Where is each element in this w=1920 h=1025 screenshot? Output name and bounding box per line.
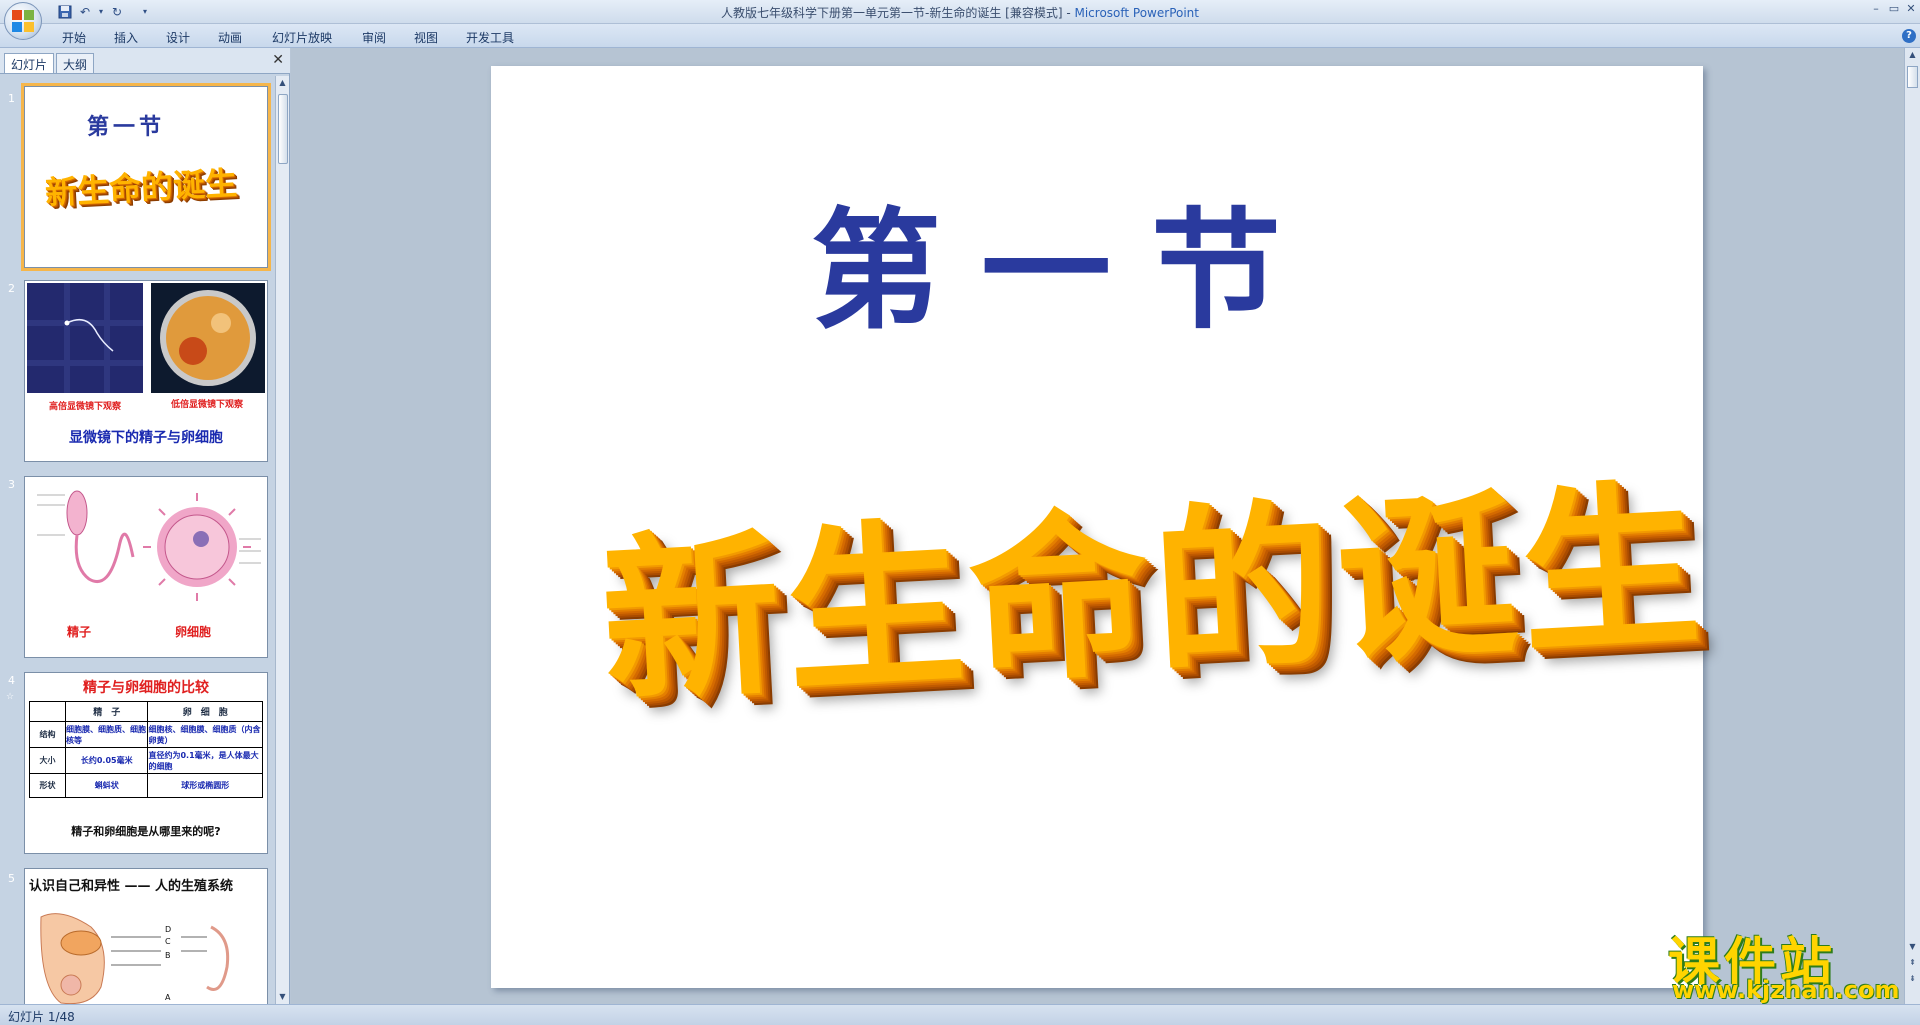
office-button[interactable]: [4, 2, 42, 40]
thumb-number: 4: [8, 674, 15, 687]
tab-developer[interactable]: 开发工具: [466, 29, 514, 46]
scroll-thumb[interactable]: [278, 94, 288, 164]
diagram-label: C: [165, 937, 171, 946]
table-cell: 长约0.05毫米: [64, 747, 149, 774]
scroll-thumb[interactable]: [1907, 66, 1918, 88]
restore-icon[interactable]: ▭: [1886, 2, 1902, 16]
status-bar: 幻灯片 1/48: [0, 1004, 1920, 1025]
thumb-title: 认识自己和异性 —— 人的生殖系统: [29, 879, 234, 894]
scroll-up-icon[interactable]: ▲: [276, 76, 289, 90]
diagram-label: A: [165, 993, 171, 1002]
thumbnail-slide-1[interactable]: 第一节 新生命的诞生: [21, 83, 271, 271]
thumb-caption-right: 卵细胞: [175, 625, 212, 639]
table-cell: 细胞核、细胞膜、细胞质（内含卵黄）: [147, 721, 263, 748]
thumbnail-list: 1 第一节 新生命的诞生 2 高倍显微镜下观察 低倍显微镜下观察 显微镜下的精子…: [0, 76, 276, 1004]
thumb-title: 第一节: [87, 114, 166, 140]
tab-review[interactable]: 审阅: [362, 29, 386, 46]
tab-slides[interactable]: 幻灯片: [4, 53, 55, 73]
table-header: 精 子: [64, 701, 149, 722]
thumbnail-slide-2[interactable]: 高倍显微镜下观察 低倍显微镜下观察 显微镜下的精子与卵细胞: [24, 280, 268, 462]
table-cell: 球形或椭圆形: [147, 773, 263, 798]
tab-slideshow[interactable]: 幻灯片放映: [272, 29, 332, 46]
slide-editor: 第一节 新生命的诞生: [291, 48, 1904, 1004]
table-row: 精 子 卵 细 胞: [29, 701, 263, 722]
title-bar: ↶ ▾ ↻ ▾ 人教版七年级科学下册第一单元第一节-新生命的诞生 [兼容模式] …: [0, 0, 1920, 24]
watermark-url: www.kjzhan.com: [1672, 976, 1900, 1004]
thumbnail-slide-3[interactable]: 精子 卵细胞: [24, 476, 268, 658]
thumb-number: 2: [8, 282, 15, 295]
thumb-caption-left: 精子: [67, 625, 92, 639]
office-logo-icon: [12, 10, 34, 32]
egg-micrograph: [151, 283, 265, 393]
table-cell: 大小: [29, 747, 66, 774]
close-window-icon[interactable]: ✕: [1903, 2, 1919, 16]
powerpoint-window: ↶ ▾ ↻ ▾ 人教版七年级科学下册第一单元第一节-新生命的诞生 [兼容模式] …: [0, 0, 1920, 1025]
diagram-label: D: [165, 925, 172, 934]
current-slide[interactable]: 第一节 新生命的诞生: [491, 66, 1710, 988]
scroll-down-icon[interactable]: ▼: [276, 990, 289, 1004]
document-title: 人教版七年级科学下册第一单元第一节-新生命的诞生 [兼容模式]: [721, 6, 1063, 20]
thumb-caption-right: 低倍显微镜下观察: [171, 400, 244, 410]
table-cell: 细胞膜、细胞质、细胞核等: [64, 721, 149, 748]
thumbnail-scrollbar[interactable]: ▲ ▼: [275, 76, 289, 1004]
table-cell: 直径约为0.1毫米，是人体最大的细胞: [147, 747, 263, 774]
table-cell: 蝌蚪状: [64, 773, 149, 798]
ribbon-tabs: 开始 插入 设计 动画 幻灯片放映 审阅 视图 开发工具 ?: [0, 24, 1920, 48]
next-slide-icon[interactable]: ⇟: [1906, 972, 1919, 986]
comparison-table: 精 子 卵 细 胞 结构 细胞膜、细胞质、细胞核等 细胞核、细胞膜、细胞质（内含…: [29, 701, 263, 798]
reproductive-system-diagram: [40, 913, 230, 1004]
help-icon[interactable]: ?: [1902, 29, 1916, 43]
minimize-icon[interactable]: –: [1868, 2, 1884, 16]
thumbnail-slide-5[interactable]: 认识自己和异性 —— 人的生殖系统 D C B A: [24, 868, 268, 1004]
previous-slide-icon[interactable]: ⇞: [1906, 956, 1919, 970]
table-cell: 结构: [29, 721, 66, 748]
table-header: 卵 细 胞: [147, 701, 263, 722]
thumb-number: 1: [8, 92, 15, 105]
thumb-number: 5: [8, 872, 15, 885]
tab-outline[interactable]: 大纲: [56, 53, 95, 73]
tab-view[interactable]: 视图: [414, 29, 438, 46]
table-header: [29, 701, 66, 722]
thumb-title: 显微镜下的精子与卵细胞: [69, 430, 223, 446]
table-row: 形状 蝌蚪状 球形或椭圆形: [29, 773, 263, 798]
app-name: Microsoft PowerPoint: [1074, 6, 1199, 20]
scroll-up-icon[interactable]: ▲: [1906, 48, 1919, 62]
tab-insert[interactable]: 插入: [114, 29, 138, 46]
window-title: 人教版七年级科学下册第一单元第一节-新生命的诞生 [兼容模式] - Micros…: [0, 4, 1920, 21]
tab-animations[interactable]: 动画: [218, 29, 242, 46]
table-cell: 形状: [29, 773, 66, 798]
slide-scrollbar[interactable]: ▲ ▼ ⇞ ⇟: [1904, 48, 1920, 1004]
animation-star-icon: ☆: [6, 692, 15, 702]
table-row: 结构 细胞膜、细胞质、细胞核等 细胞核、细胞膜、细胞质（内含卵黄）: [29, 721, 263, 748]
watermark-logo: 课件站 www.kjzhan.com: [1668, 920, 1900, 1004]
title-separator: -: [1062, 6, 1075, 20]
tab-design[interactable]: 设计: [166, 29, 190, 46]
panel-tabs: 幻灯片 大纲 ✕: [0, 48, 290, 74]
thumb-caption-left: 高倍显微镜下观察: [49, 402, 122, 412]
slide-counter: 幻灯片 1/48: [8, 1010, 75, 1024]
sperm-micrograph: [27, 283, 143, 393]
thumb-subtitle: 新生命的诞生: [44, 163, 238, 212]
thumb-title: 精子与卵细胞的比较: [83, 680, 209, 696]
tab-home[interactable]: 开始: [62, 29, 86, 46]
table-row: 大小 长约0.05毫米 直径约为0.1毫米，是人体最大的细胞: [29, 747, 263, 774]
slides-panel: 幻灯片 大纲 ✕ 1 第一节 新生命的诞生 2 高倍显微镜下观察 低倍显微镜下观…: [0, 48, 290, 1004]
slide-title[interactable]: 第一节: [811, 166, 1321, 354]
scroll-down-icon[interactable]: ▼: [1906, 940, 1919, 954]
slide-subtitle[interactable]: 新生命的诞生: [595, 422, 1711, 736]
thumbnail-slide-4[interactable]: 精子与卵细胞的比较 精 子 卵 细 胞 结构 细胞膜、细胞质、细胞核等 细胞核、…: [24, 672, 268, 854]
sperm-egg-diagram: [37, 490, 261, 601]
diagram-label: B: [165, 951, 171, 960]
thumb-number: 3: [8, 478, 15, 491]
close-panel-icon[interactable]: ✕: [272, 52, 284, 68]
thumb-footer: 精子和卵细胞是从哪里来的呢?: [71, 825, 221, 838]
